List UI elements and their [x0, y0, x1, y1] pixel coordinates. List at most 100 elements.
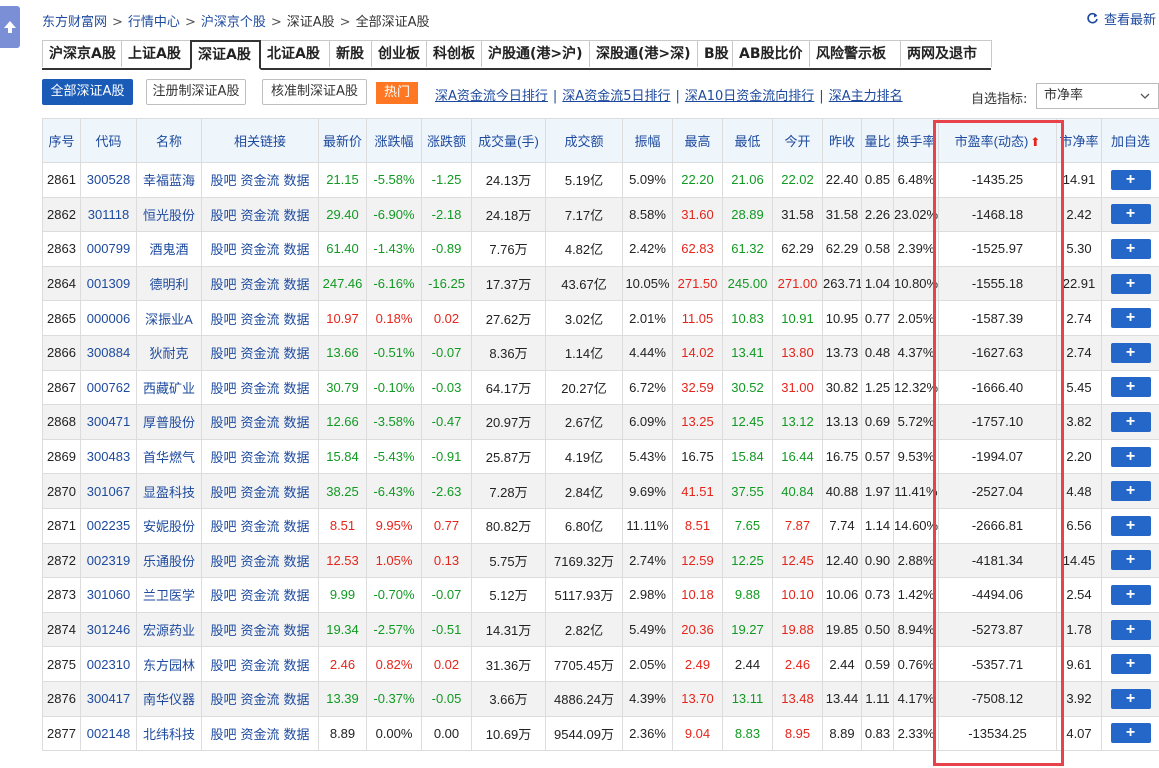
guba-link[interactable]: 股吧 [210, 173, 236, 188]
table-row[interactable]: 2874 301246 宏源药业 股吧 资金流 数据 19.34 -2.57% -0.51 14.… [42, 611, 1159, 648]
cell-code[interactable]: 301246 [80, 611, 137, 648]
add-watchlist-button[interactable]: + [1110, 273, 1151, 294]
col-volume-header[interactable]: 成交量(手) [471, 118, 546, 163]
cell-name[interactable]: 东方园林 [136, 646, 202, 682]
table-row[interactable]: 2869 300483 首华燃气 股吧 资金流 数据 15.84 -5.43% -0.91 25.… [42, 438, 1159, 475]
guba-link[interactable]: 股吧 [210, 588, 236, 603]
fund-flow-link[interactable]: 资金流 [240, 727, 279, 742]
refresh-link[interactable]: 查看最新 [1086, 9, 1156, 28]
col-high-header[interactable]: 最高 [672, 118, 723, 163]
data-link[interactable]: 数据 [284, 346, 310, 361]
data-link[interactable]: 数据 [284, 450, 310, 465]
data-link[interactable]: 数据 [284, 658, 310, 673]
data-link[interactable]: 数据 [284, 415, 310, 430]
table-row[interactable]: 2865 000006 深振业A 股吧 资金流 数据 10.97 0.18% 0.02 27.62… [42, 300, 1159, 336]
table-row[interactable]: 2864 001309 德明利 股吧 资金流 数据 247.46 -6.16% -16.25 17… [42, 265, 1159, 302]
breadcrumb-item-stocks[interactable]: 沪深京个股 [201, 15, 266, 30]
data-link[interactable]: 数据 [284, 312, 310, 327]
fund-flow-link[interactable]: 资金流 [240, 623, 279, 638]
tab-5[interactable]: 创业板 [371, 40, 427, 67]
col-price-header[interactable]: 最新价 [318, 118, 367, 163]
col-open-header[interactable]: 今开 [772, 118, 823, 163]
tab-9[interactable]: B股 [697, 40, 733, 67]
cell-code[interactable]: 300471 [80, 404, 137, 440]
tab-3[interactable]: 北证A股 [260, 40, 330, 67]
cell-name[interactable]: 安妮股份 [136, 507, 202, 544]
fund-flow-link[interactable]: 资金流 [240, 692, 279, 707]
add-watchlist-button[interactable]: + [1110, 619, 1151, 640]
guba-link[interactable]: 股吧 [210, 623, 236, 638]
table-row[interactable]: 2866 300884 狄耐克 股吧 资金流 数据 13.66 -0.51% -0.07 8.36… [42, 334, 1159, 371]
guba-link[interactable]: 股吧 [210, 692, 236, 707]
cell-name[interactable]: 宏源药业 [136, 611, 202, 648]
cell-code[interactable]: 301118 [80, 196, 137, 233]
add-watchlist-button[interactable]: + [1110, 688, 1151, 709]
breadcrumb-item-market[interactable]: 行情中心 [128, 15, 180, 30]
data-link[interactable]: 数据 [284, 519, 310, 534]
col-turnover-header[interactable]: 成交额 [545, 118, 623, 163]
tab-11[interactable]: 风险警示板 [809, 40, 901, 67]
table-row[interactable]: 2875 002310 东方园林 股吧 资金流 数据 2.46 0.82% 0.02 31.36万… [42, 646, 1159, 682]
cell-name[interactable]: 西藏矿业 [136, 369, 202, 406]
cell-name[interactable]: 厚普股份 [136, 404, 202, 440]
fund-flow-link[interactable]: 资金流 [240, 277, 279, 292]
table-row[interactable]: 2861 300528 幸福蓝海 股吧 资金流 数据 21.15 -5.58% -1.25 24.… [42, 162, 1159, 198]
data-link[interactable]: 数据 [284, 485, 310, 500]
add-watchlist-button[interactable]: + [1110, 481, 1151, 502]
data-link[interactable]: 数据 [284, 381, 310, 396]
add-watchlist-button[interactable]: + [1110, 308, 1151, 329]
add-watchlist-button[interactable]: + [1110, 169, 1151, 190]
table-row[interactable]: 2872 002319 乐通股份 股吧 资金流 数据 12.53 1.05% 0.13 5.75万… [42, 542, 1159, 579]
cell-code[interactable]: 301060 [80, 577, 137, 613]
table-row[interactable]: 2862 301118 恒光股份 股吧 资金流 数据 29.40 -6.90% -2.18 24.… [42, 196, 1159, 233]
cell-code[interactable]: 002310 [80, 646, 137, 682]
add-watchlist-button[interactable]: + [1110, 342, 1151, 363]
fund-flow-link[interactable]: 资金流 [240, 485, 279, 500]
tab-2[interactable]: 深证A股 [190, 40, 261, 70]
tab-1[interactable]: 上证A股 [121, 40, 191, 67]
data-link[interactable]: 数据 [284, 623, 310, 638]
cell-code[interactable]: 000799 [80, 231, 137, 267]
cell-name[interactable]: 显盈科技 [136, 473, 202, 509]
cell-code[interactable]: 300528 [80, 162, 137, 198]
cell-name[interactable]: 兰卫医学 [136, 577, 202, 613]
tab-7[interactable]: 沪股通(港>沪) [481, 40, 590, 67]
data-link[interactable]: 数据 [284, 727, 310, 742]
cell-name[interactable]: 乐通股份 [136, 542, 202, 579]
data-link[interactable]: 数据 [284, 692, 310, 707]
col-low-header[interactable]: 最低 [722, 118, 773, 163]
guba-link[interactable]: 股吧 [210, 312, 236, 327]
guba-link[interactable]: 股吧 [210, 208, 236, 223]
tab-6[interactable]: 科创板 [426, 40, 482, 67]
add-watchlist-button[interactable]: + [1110, 550, 1151, 571]
col-pe-dynamic-header[interactable]: 市盈率(动态) ⬆ [938, 118, 1057, 163]
table-row[interactable]: 2877 002148 北纬科技 股吧 资金流 数据 8.89 0.00% 0.00 10.69万… [42, 715, 1159, 752]
fund-flow-link[interactable]: 资金流 [240, 415, 279, 430]
fund-flow-today-link[interactable]: 深A资金流今日排行 [435, 89, 548, 104]
fund-flow-link[interactable]: 资金流 [240, 381, 279, 396]
fund-flow-link[interactable]: 资金流 [240, 346, 279, 361]
add-watchlist-button[interactable]: + [1110, 238, 1151, 259]
guba-link[interactable]: 股吧 [210, 658, 236, 673]
data-link[interactable]: 数据 [284, 588, 310, 603]
cell-code[interactable]: 002235 [80, 507, 137, 544]
cell-code[interactable]: 301067 [80, 473, 137, 509]
guba-link[interactable]: 股吧 [210, 242, 236, 257]
back-arrow-button[interactable] [0, 6, 20, 48]
table-row[interactable]: 2870 301067 显盈科技 股吧 资金流 数据 38.25 -6.43% -2.63 7.2… [42, 473, 1159, 509]
tab-12[interactable]: 两网及退市 [900, 40, 992, 67]
fund-flow-link[interactable]: 资金流 [240, 588, 279, 603]
col-volume-ratio-header[interactable]: 量比 [861, 118, 894, 163]
data-link[interactable]: 数据 [284, 277, 310, 292]
add-watchlist-button[interactable]: + [1110, 446, 1151, 467]
cell-code[interactable]: 002319 [80, 542, 137, 579]
table-row[interactable]: 2868 300471 厚普股份 股吧 资金流 数据 12.66 -3.58% -0.47 20.… [42, 404, 1159, 440]
fund-flow-link[interactable]: 资金流 [240, 312, 279, 327]
data-link[interactable]: 数据 [284, 208, 310, 223]
main-force-rank-link[interactable]: 深A主力排名 [829, 89, 903, 104]
fund-flow-link[interactable]: 资金流 [240, 554, 279, 569]
guba-link[interactable]: 股吧 [210, 277, 236, 292]
guba-link[interactable]: 股吧 [210, 346, 236, 361]
cell-code[interactable]: 000006 [80, 300, 137, 336]
col-change-amt-header[interactable]: 涨跌额 [421, 118, 472, 163]
